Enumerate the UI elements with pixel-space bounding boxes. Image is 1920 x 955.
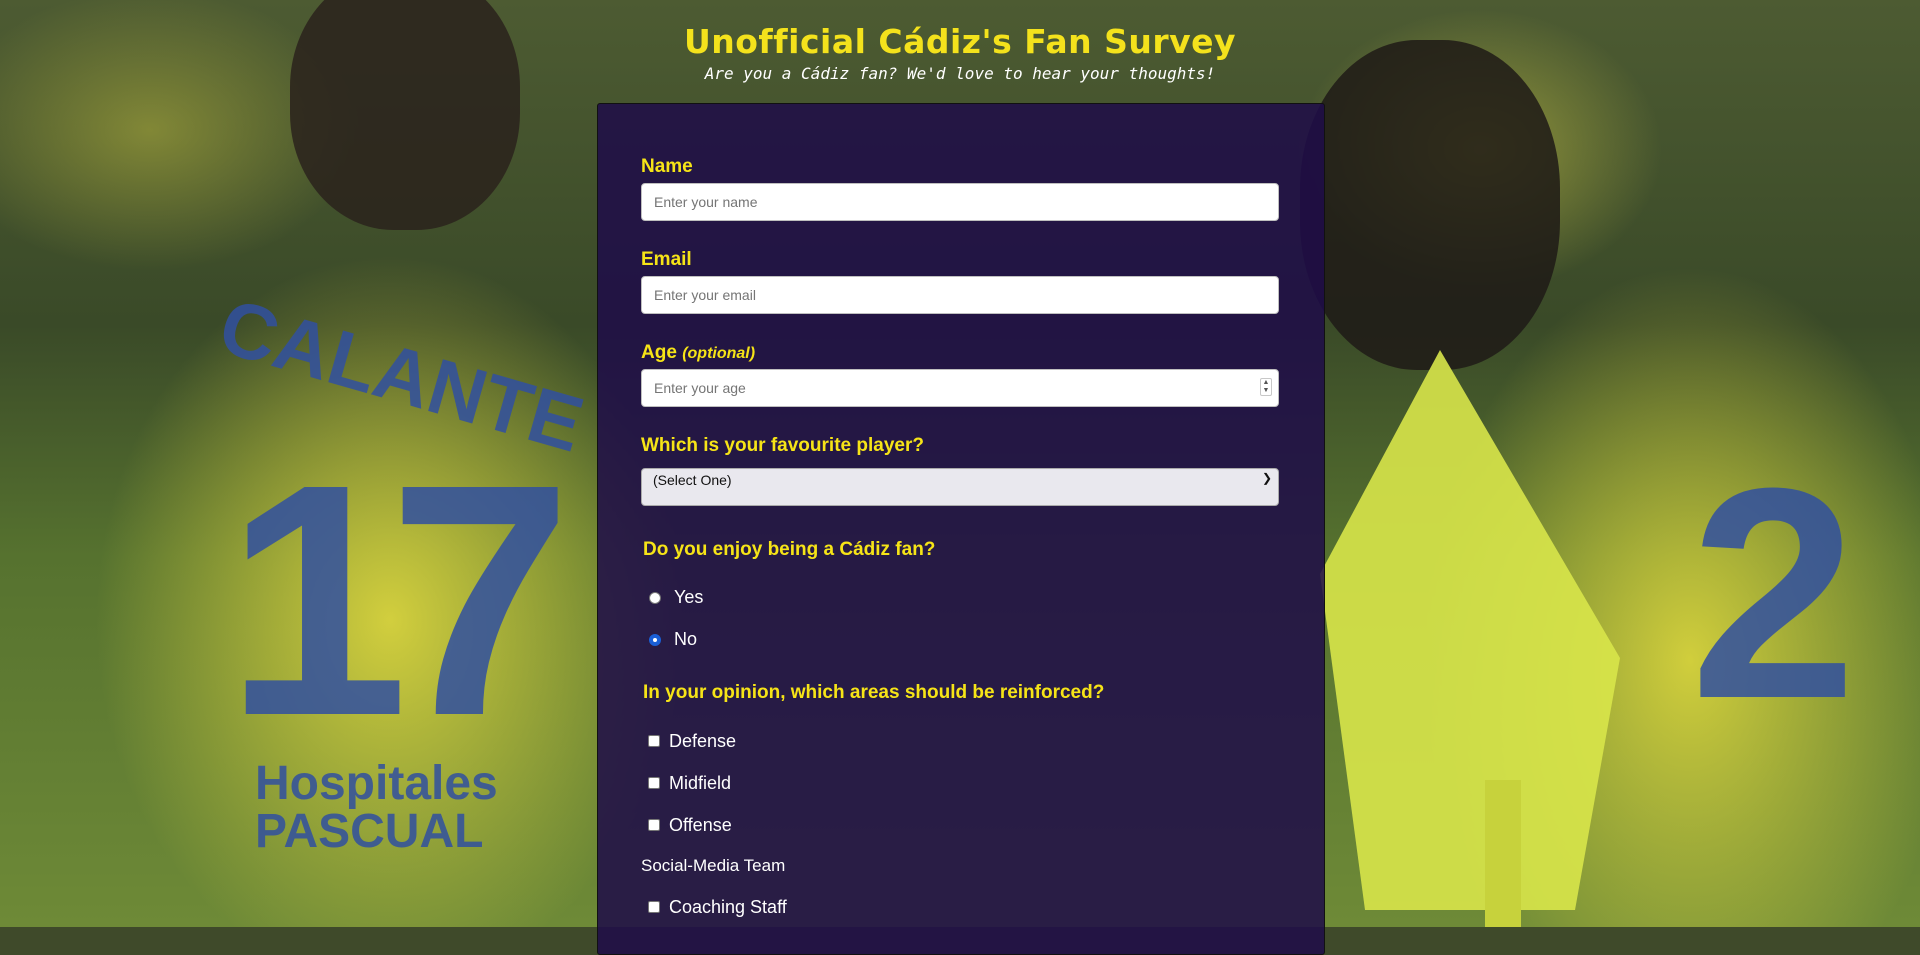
offense-checkbox[interactable] (648, 819, 660, 831)
player-head-right (1300, 40, 1560, 370)
midfield-checkbox[interactable] (648, 777, 660, 789)
enjoy-no-label[interactable]: No (674, 629, 697, 650)
chevron-down-icon: ❯ (1261, 471, 1272, 485)
midfield-label[interactable]: Midfield (669, 773, 731, 794)
player-label: Which is your favourite player? (641, 435, 924, 456)
page-subtitle: Are you a Cádiz fan? We'd love to hear y… (704, 64, 1216, 83)
jersey-number-left: 17 (225, 415, 572, 784)
defense-checkbox[interactable] (648, 735, 660, 747)
age-optional-note: (optional) (682, 345, 756, 362)
survey-form: Name Email Age (optional) ▲▼ Which is yo… (597, 103, 1325, 955)
corner-flag (1320, 350, 1620, 910)
reinforce-label: In your opinion, which areas should be r… (643, 682, 1105, 703)
enjoy-yes-radio[interactable] (649, 592, 661, 604)
sponsor-line-1: Hospitales (255, 757, 498, 810)
enjoy-no-radio[interactable] (649, 634, 661, 646)
age-label-text: Age (641, 342, 677, 363)
name-input[interactable] (641, 183, 1279, 221)
enjoy-yes-label[interactable]: Yes (674, 587, 703, 608)
enjoy-label: Do you enjoy being a Cádiz fan? (643, 539, 936, 560)
age-field: ▲▼ (598, 369, 1324, 407)
page-title: Unofficial Cádiz's Fan Survey (683, 22, 1237, 61)
offense-label[interactable]: Offense (669, 815, 732, 836)
sponsor-line-2: PASCUAL (255, 805, 484, 858)
age-label: Age (optional) (641, 342, 755, 364)
name-label: Name (641, 156, 693, 177)
corner-flag-pole (1485, 780, 1521, 927)
player-select[interactable]: (Select One) ❯ (641, 468, 1279, 506)
defense-label[interactable]: Defense (669, 731, 736, 752)
coaching-checkbox[interactable] (648, 901, 660, 913)
jersey-number-right: 2 (1690, 425, 1857, 761)
age-input[interactable] (641, 369, 1279, 407)
player-select-value: (Select One) (653, 472, 732, 488)
coaching-label[interactable]: Coaching Staff (669, 897, 787, 918)
social-media-label: Social-Media Team (641, 856, 786, 875)
jersey-sponsor-left: Hospitales PASCUAL (255, 760, 498, 856)
age-stepper[interactable]: ▲ ▼ (1260, 378, 1272, 396)
email-input[interactable] (641, 276, 1279, 314)
email-label: Email (641, 249, 692, 270)
